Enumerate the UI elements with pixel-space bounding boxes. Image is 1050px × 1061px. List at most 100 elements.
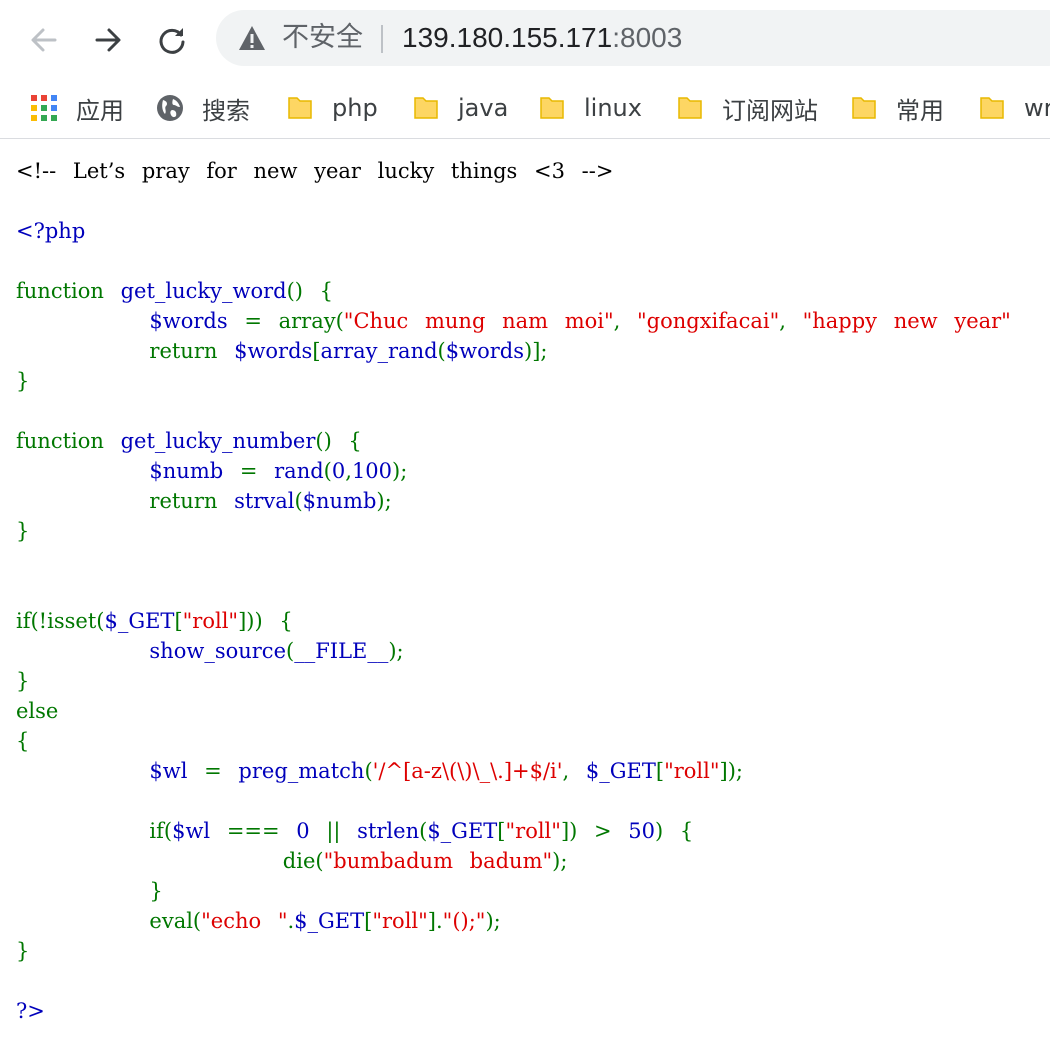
code-line: ​ (16, 186, 1011, 216)
code-token: [ (174, 609, 183, 633)
code-token: $_GET (294, 909, 365, 933)
code-line: eval("echo ".$_GET["roll"]."();"); (16, 906, 1011, 936)
code-token: ?> (16, 999, 45, 1023)
code-line: ​ (16, 786, 1011, 816)
code-token: $words (445, 339, 524, 363)
reload-icon (159, 28, 185, 54)
folder-icon (678, 97, 702, 119)
code-token: 100 (351, 459, 393, 483)
code-token: function (16, 429, 121, 453)
code-token: rand (274, 459, 324, 483)
code-token: } (16, 369, 30, 393)
code-token: , (345, 459, 352, 483)
address-bar[interactable]: 不安全 139.180.155.171:8003 (216, 10, 1050, 66)
code-token: = (239, 459, 275, 483)
code-token: '/^[a-z\(\)\_\.]+$/i' (372, 759, 563, 783)
code-line: ​ (16, 966, 1011, 996)
code-token: 0 (331, 459, 346, 483)
bookmark-search[interactable]: 搜索 (156, 86, 250, 130)
code-line: return strval($numb); (16, 486, 1011, 516)
reload-button[interactable] (146, 14, 198, 66)
code-line: return $words[array_rand($words)]; (16, 336, 1011, 366)
code-token: "echo " (201, 909, 288, 933)
url-text[interactable]: 139.180.155.171:8003 (402, 22, 682, 54)
code-token: { (16, 729, 30, 753)
code-token: () { (315, 429, 362, 453)
bookmark-label: linux (584, 94, 642, 122)
warning-triangle-icon[interactable] (238, 25, 266, 51)
php-source-code: <!-- Let’s pray for new year lucky thing… (16, 156, 1011, 1026)
code-token: ); (552, 849, 568, 873)
code-token: $_GET (427, 819, 498, 843)
security-status-label[interactable]: 不安全 (282, 22, 363, 54)
code-line: function get_lucky_number() { (16, 426, 1011, 456)
code-token: 0 (296, 819, 327, 843)
code-token: get_lucky_word (120, 279, 287, 303)
code-token: eval( (16, 909, 202, 933)
browser-toolbar: 不安全 139.180.155.171:8003 (0, 0, 1050, 78)
bookmark-folder-common[interactable]: 常用 (850, 86, 944, 130)
code-token: show_source (149, 639, 286, 663)
code-line: if($wl === 0 || strlen($_GET["roll"]) > … (16, 816, 1011, 846)
bookmark-apps[interactable]: 应用 (30, 86, 124, 130)
code-line: } (16, 516, 1011, 546)
code-token: "roll" (664, 759, 720, 783)
code-token: die( (16, 849, 324, 873)
code-token: [ (312, 339, 321, 363)
forward-button[interactable] (82, 14, 134, 66)
code-token: ]); (719, 759, 743, 783)
code-token: "happy new year" (802, 309, 1011, 333)
code-token: } (16, 519, 30, 543)
bookmark-folder-java[interactable]: java (412, 86, 508, 130)
code-token: $_GET (104, 609, 175, 633)
code-token: "Chuc mung nam moi" (343, 309, 614, 333)
code-token: ( (286, 639, 295, 663)
code-token: ]) > (560, 819, 629, 843)
code-token: "bumbadum badum" (323, 849, 553, 873)
code-line: } (16, 936, 1011, 966)
code-token: "roll" (182, 609, 239, 633)
code-token: "roll" (505, 819, 561, 843)
bookmark-label: 订阅网站 (722, 96, 818, 125)
code-token: ( (294, 489, 303, 513)
code-line: $numb = rand(0,100); (16, 456, 1011, 486)
code-token: = (204, 759, 239, 783)
arrow-right-icon (95, 28, 121, 52)
code-line: ?> (16, 996, 1011, 1026)
code-line: $words = array("Chuc mung nam moi", "gon… (16, 306, 1011, 336)
folder-icon (852, 97, 876, 119)
back-button[interactable] (18, 14, 70, 66)
bookmark-folder-php[interactable]: php (286, 86, 378, 130)
code-token: <?php (16, 219, 86, 243)
code-token: $wl (172, 819, 227, 843)
code-token: [ (497, 819, 506, 843)
code-token: , (613, 309, 637, 333)
bookmark-folder-subscriptions[interactable]: 订阅网站 (676, 86, 818, 130)
address-bar-divider (381, 25, 383, 53)
code-token: ); (376, 489, 392, 513)
url-host: 139.180.155.171 (402, 22, 613, 53)
code-token: get_lucky_number (120, 429, 316, 453)
folder-icon (288, 97, 312, 119)
bookmark-label: 常用 (896, 96, 944, 125)
code-line: die("bumbadum badum"); (16, 846, 1011, 876)
folder-icon (980, 97, 1004, 119)
code-token: () { (286, 279, 334, 303)
code-token: ]. (427, 909, 443, 933)
code-line: } (16, 876, 1011, 906)
code-token: $words (234, 339, 313, 363)
bookmark-folder-linux[interactable]: linux (538, 86, 642, 130)
code-line: function get_lucky_word() { (16, 276, 1011, 306)
code-token: if( (16, 819, 173, 843)
code-token: ); (388, 639, 404, 663)
code-token: $wl (149, 759, 205, 783)
bookmark-folder-wr[interactable]: wr (978, 86, 1050, 130)
apps-grid-icon (31, 95, 57, 121)
code-token: strval (234, 489, 295, 513)
code-line: { (16, 726, 1011, 756)
code-token: strlen (357, 819, 420, 843)
code-token: } (16, 669, 30, 693)
bookmark-label: wr (1024, 94, 1050, 122)
